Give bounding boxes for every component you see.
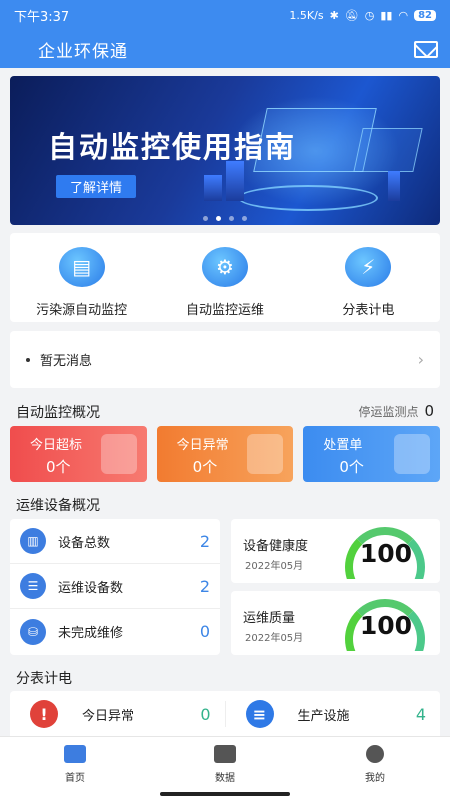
device-row-value: 0 (199, 622, 210, 641)
mute-icon: 🔕︎ (344, 8, 359, 22)
banner-carousel[interactable]: 自动监控使用指南 了解详情 (10, 76, 440, 225)
status-time: 下午3:37 (14, 9, 70, 25)
gauge-label: 运维质量 (243, 611, 296, 626)
quick-action-maintenance[interactable]: ⚙ 自动监控运维 (153, 233, 296, 322)
card-disposal-orders[interactable]: 处置单 0个 (303, 426, 441, 482)
wifi-icon: ◠ (398, 8, 409, 22)
gauge-value: 100 (359, 539, 412, 568)
gauge-date: 2022年05月 (245, 561, 304, 572)
section-title-metering: 分表计电 (16, 671, 72, 687)
app-header: 下午3:37 1.5K/s ✱ 🔕︎ ◷ ▮▮ ◠ 82 企业环保通 (0, 0, 450, 68)
bottom-tab-bar: 首页 数据 我的 (0, 736, 450, 800)
device-row-value: 2 (199, 576, 210, 596)
tab-mine[interactable]: 我的 (300, 737, 450, 800)
lightning-icon: ⚡ (345, 247, 392, 287)
banner-title: 自动监控使用指南 (48, 130, 297, 164)
carousel-dots (10, 216, 440, 221)
carousel-dot[interactable] (229, 216, 234, 221)
app-title: 企业环保通 (38, 41, 128, 62)
tab-label: 首页 (65, 773, 85, 784)
network-speed: 1.5K/s (289, 8, 324, 22)
carousel-dot-active[interactable] (216, 216, 221, 221)
card-over-limit-today[interactable]: 今日超标 0个 (10, 426, 147, 482)
gauge-device-health[interactable]: 设备健康度 2022年05月 100 (231, 519, 440, 583)
quick-action-label: 自动监控运维 (185, 303, 264, 318)
shield-icon (394, 434, 431, 474)
gauge-maintenance-quality[interactable]: 运维质量 2022年05月 100 (231, 591, 440, 655)
metering-value: 0 (200, 704, 211, 724)
quick-action-label: 污染源自动监控 (36, 303, 128, 318)
stopped-points-label: 停运监测点 (358, 404, 419, 419)
home-indicator[interactable] (160, 792, 290, 796)
section-title-devices: 运维设备概况 (16, 498, 100, 514)
carousel-dot[interactable] (203, 216, 208, 221)
metering-value: 4 (415, 704, 426, 724)
device-row-total[interactable]: ▥ 设备总数 2 (10, 519, 220, 564)
chevron-right-icon: › (417, 350, 424, 369)
database-icon: ⛁ (20, 618, 46, 645)
quick-action-pollution-monitoring[interactable]: ▤ 污染源自动监控 (10, 233, 153, 322)
signal-icon: ▮▮ (380, 8, 393, 22)
chart-icon (214, 745, 236, 763)
quick-actions: ▤ 污染源自动监控 ⚙ 自动监控运维 ⚡ 分表计电 (10, 233, 440, 322)
siren-icon (100, 434, 137, 474)
device-stats-list: ▥ 设备总数 2 ☰ 运维设备数 2 ⛁ 未完成维修 0 (10, 519, 220, 655)
home-icon (64, 745, 86, 763)
section-title-monitoring: 自动监控概况 (16, 405, 100, 421)
monitoring-cards: 今日超标 0个 今日异常 0个 处置单 0个 (10, 426, 441, 482)
tab-label: 我的 (365, 773, 385, 784)
bluetooth-icon: ✱ (329, 8, 339, 22)
tab-label: 数据 (215, 773, 235, 784)
gauge-value: 100 (359, 611, 412, 640)
tab-data[interactable]: 数据 (150, 737, 300, 800)
wrench-icon: ⚙ (201, 247, 248, 287)
metering-abnormal-today[interactable]: ! 今日异常 0 (10, 691, 225, 737)
status-bar: 下午3:37 1.5K/s ✱ 🔕︎ ◷ ▮▮ ◠ 82 (0, 0, 450, 30)
message-text: 暂无消息 (40, 354, 93, 369)
battery-icon: 82 (414, 9, 436, 21)
stopped-points[interactable]: 停运监测点 0 (358, 402, 434, 420)
alert-icon: ! (30, 700, 58, 728)
device-row-label: 未完成维修 (58, 626, 124, 641)
stopped-points-value: 0 (424, 402, 434, 420)
device-row-unfinished-repairs[interactable]: ⛁ 未完成维修 0 (10, 609, 220, 654)
gauge-date: 2022年05月 (245, 633, 304, 644)
mail-icon[interactable] (414, 40, 438, 58)
device-row-label: 运维设备数 (58, 580, 124, 596)
learn-more-button[interactable]: 了解详情 (56, 175, 137, 198)
message-row[interactable]: 暂无消息 › (10, 331, 440, 388)
cabinet-icon: ▥ (20, 528, 46, 554)
metering-production-facilities[interactable]: ≡ 生产设施 4 (226, 691, 441, 737)
gauge-label: 设备健康度 (243, 539, 309, 554)
alarm-icon: ◷ (364, 8, 375, 22)
bullet-icon (26, 357, 30, 362)
monitor-icon: ▤ (58, 247, 105, 287)
warning-icon (247, 434, 284, 474)
card-abnormal-today[interactable]: 今日异常 0个 (156, 426, 294, 482)
device-row-value: 2 (199, 531, 210, 551)
quick-action-label: 分表计电 (342, 303, 395, 318)
tab-home[interactable]: 首页 (0, 737, 150, 800)
clipboard-icon: ≡ (245, 700, 274, 728)
user-icon (366, 745, 384, 763)
device-row-label: 设备总数 (58, 535, 111, 551)
device-row-maintained[interactable]: ☰ 运维设备数 2 (10, 564, 220, 609)
server-icon: ☰ (20, 573, 46, 599)
quick-action-electric-metering[interactable]: ⚡ 分表计电 (297, 233, 440, 322)
metering-label: 生产设施 (297, 708, 350, 724)
carousel-dot[interactable] (242, 216, 247, 221)
metering-summary: ! 今日异常 0 ≡ 生产设施 4 (10, 691, 440, 737)
metering-label: 今日异常 (82, 708, 135, 724)
